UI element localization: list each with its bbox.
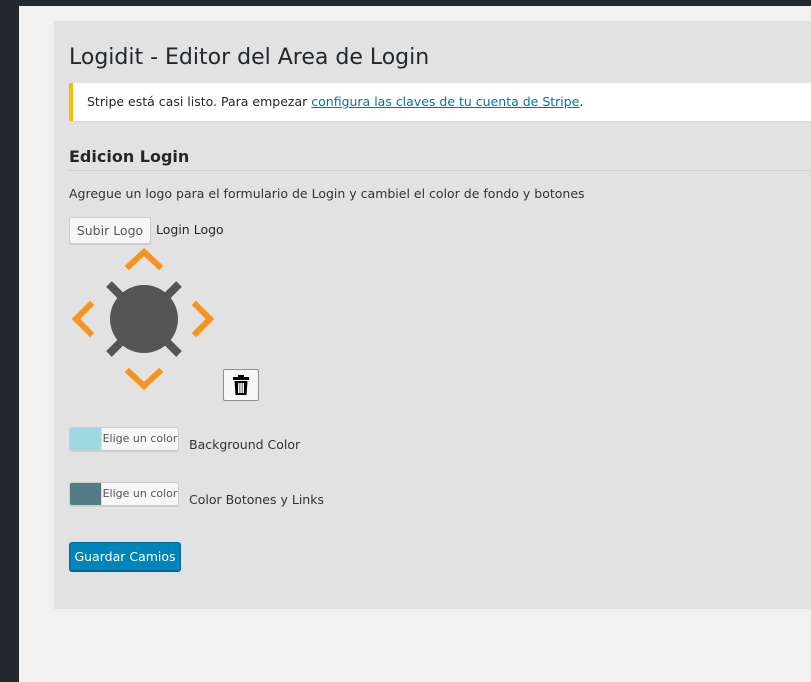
stripe-notice: Stripe está casi listo. Para empezar con… xyxy=(69,83,811,121)
save-changes-button[interactable]: Guardar Camios xyxy=(69,542,181,571)
background-color-swatch xyxy=(70,428,101,450)
section-divider xyxy=(69,170,811,171)
background-color-label: Background Color xyxy=(189,437,301,452)
page-title: Logidit - Editor del Area de Login xyxy=(69,45,430,70)
trash-icon xyxy=(233,375,249,395)
notice-text: Stripe está casi listo. Para empezar xyxy=(87,94,312,109)
buttons-color-swatch xyxy=(70,483,101,505)
remove-logo-button[interactable] xyxy=(223,369,259,401)
admin-sidebar xyxy=(0,0,19,682)
background-color-button-text: Elige un color xyxy=(101,428,178,450)
buttons-color-picker[interactable]: Elige un color xyxy=(69,482,179,506)
buttons-color-button-text: Elige un color xyxy=(101,483,178,505)
logo-preview-image xyxy=(71,248,215,391)
upload-logo-button[interactable]: Subir Logo xyxy=(69,217,151,244)
section-description: Agregue un logo para el formulario de Lo… xyxy=(69,186,585,201)
stripe-config-link[interactable]: configura las claves de tu cuenta de Str… xyxy=(311,94,579,109)
buttons-color-label: Color Botones y Links xyxy=(189,492,324,507)
admin-top-bar xyxy=(0,0,811,6)
settings-panel: Logidit - Editor del Area de Login Strip… xyxy=(54,21,811,609)
background-color-picker[interactable]: Elige un color xyxy=(69,427,179,451)
login-logo-label: Login Logo xyxy=(156,222,224,237)
section-title: Edicion Login xyxy=(69,147,190,166)
notice-text-end: . xyxy=(579,94,584,109)
